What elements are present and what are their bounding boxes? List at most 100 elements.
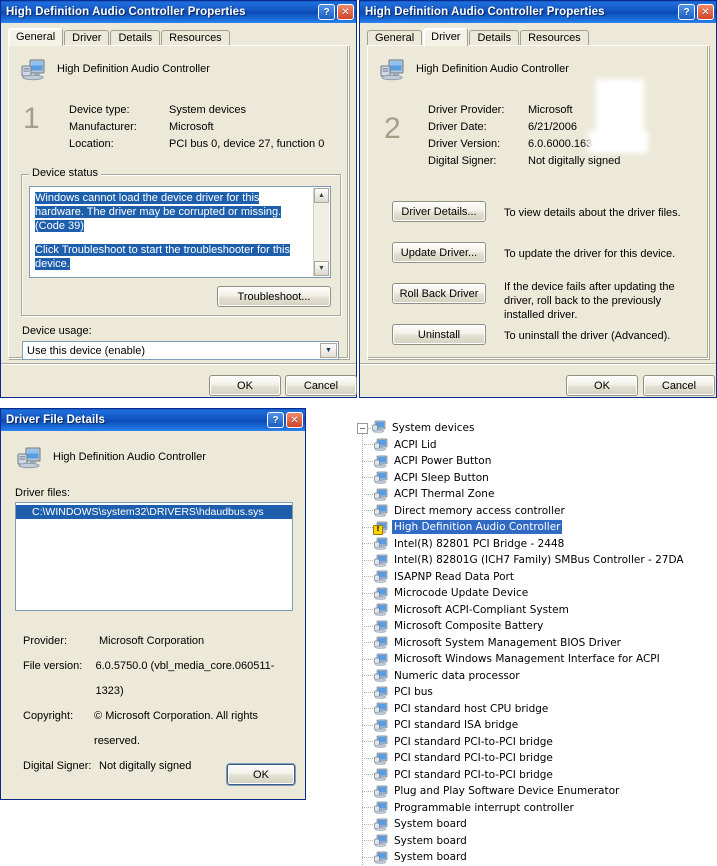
tree-item[interactable]: PCI standard PCI-to-PCI bridge — [352, 750, 717, 767]
tab-general[interactable]: General — [8, 28, 64, 46]
device-icon — [374, 686, 388, 699]
troubleshoot-button[interactable]: Troubleshoot... — [217, 286, 331, 307]
driver-file-details-dialog[interactable]: Driver File Details ? ✕ High Definition … — [0, 408, 306, 800]
device-header: High Definition Audio Controller — [21, 57, 210, 81]
cancel-button[interactable]: Cancel — [643, 375, 715, 396]
titlebar-general[interactable]: High Definition Audio Controller Propert… — [1, 1, 356, 23]
tree-item[interactable]: Microsoft System Management BIOS Driver — [352, 635, 717, 652]
tree-guide-line — [362, 658, 374, 660]
tree-item[interactable]: System board — [352, 833, 717, 850]
device-usage-select[interactable]: Use this device (enable) ▼ — [22, 341, 339, 360]
help-icon[interactable]: ? — [678, 4, 695, 20]
tree-item[interactable]: System board — [352, 849, 717, 866]
help-icon[interactable]: ? — [318, 4, 335, 20]
tree-item[interactable]: ACPI Thermal Zone — [352, 486, 717, 503]
tree-root-system-devices[interactable]: − System devices — [352, 420, 717, 437]
scroll-down-icon[interactable]: ▼ — [314, 261, 329, 276]
driver-files-listbox[interactable]: C:\WINDOWS\system32\DRIVERS\hdaudbus.sys — [15, 502, 293, 611]
tab-resources[interactable]: Resources — [161, 30, 230, 46]
tree-item[interactable]: PCI standard ISA bridge — [352, 717, 717, 734]
window-title: High Definition Audio Controller Propert… — [6, 6, 246, 18]
field-value: Not digitally signed — [99, 760, 192, 772]
driver-details-button[interactable]: Driver Details... — [392, 201, 486, 222]
chevron-down-icon[interactable]: ▼ — [320, 343, 337, 358]
tree-item-label: PCI bus — [394, 686, 433, 699]
device-status-box[interactable]: Windows cannot load the device driver fo… — [29, 186, 331, 278]
field-label: File version: — [23, 660, 83, 672]
tree-item-label: Programmable interrupt controller — [394, 801, 574, 814]
tree-item-label: ACPI Lid — [394, 438, 437, 451]
tree-item[interactable]: ACPI Power Button — [352, 453, 717, 470]
tab-driver[interactable]: Driver — [423, 28, 469, 46]
status-scrollbar[interactable]: ▲ ▼ — [313, 188, 329, 276]
tree-item[interactable]: ISAPNP Read Data Port — [352, 569, 717, 586]
tree-item[interactable]: Microsoft Composite Battery — [352, 618, 717, 635]
close-icon[interactable]: ✕ — [286, 412, 303, 428]
field-label: Provider: — [23, 635, 68, 647]
tree-item[interactable]: PCI standard host CPU bridge — [352, 701, 717, 718]
tree-item[interactable]: Intel(R) 82801 PCI Bridge - 2448 — [352, 536, 717, 553]
device-icon — [374, 702, 388, 715]
properties-dialog-general[interactable]: High Definition Audio Controller Propert… — [0, 0, 357, 398]
uninstall-button[interactable]: Uninstall — [392, 324, 486, 345]
tree-item-label: Plug and Play Software Device Enumerator — [394, 785, 620, 798]
tree-item[interactable]: Intel(R) 82801G (ICH7 Family) SMBus Cont… — [352, 552, 717, 569]
tree-item[interactable]: Programmable interrupt controller — [352, 800, 717, 817]
tree-item-label: System board — [394, 818, 467, 831]
help-icon[interactable]: ? — [267, 412, 284, 428]
tree-guide-line — [362, 724, 374, 726]
tree-item[interactable]: Direct memory access controller — [352, 503, 717, 520]
tree-item[interactable]: PCI standard PCI-to-PCI bridge — [352, 734, 717, 751]
device-icon — [374, 735, 388, 748]
properties-dialog-driver[interactable]: High Definition Audio Controller Propert… — [359, 0, 717, 398]
tabstrip-general[interactable]: General Driver Details Resources — [8, 28, 231, 46]
device-icon — [374, 801, 388, 814]
device-icon — [372, 420, 386, 436]
tree-item[interactable]: PCI standard PCI-to-PCI bridge — [352, 767, 717, 784]
tree-item[interactable]: Microsoft ACPI-Compliant System — [352, 602, 717, 619]
tree-item[interactable]: PCI bus — [352, 684, 717, 701]
field-label: Manufacturer: — [69, 121, 137, 133]
tree-item[interactable]: ACPI Sleep Button — [352, 470, 717, 487]
tab-details[interactable]: Details — [469, 30, 520, 46]
device-icon — [374, 785, 388, 798]
tree-item[interactable]: Plug and Play Software Device Enumerator — [352, 783, 717, 800]
titlebar-driver[interactable]: High Definition Audio Controller Propert… — [360, 1, 716, 23]
tab-general[interactable]: General — [367, 30, 423, 46]
tree-item[interactable]: Numeric data processor — [352, 668, 717, 685]
tree-item[interactable]: System board — [352, 816, 717, 833]
field-label: Copyright: — [23, 710, 74, 722]
close-icon[interactable]: ✕ — [697, 4, 714, 20]
tree-item[interactable]: Microsoft Windows Management Interface f… — [352, 651, 717, 668]
titlebar-file-details[interactable]: Driver File Details ? ✕ — [1, 409, 305, 431]
tree-item[interactable]: ACPI Lid — [352, 437, 717, 454]
cancel-button[interactable]: Cancel — [285, 375, 357, 396]
ok-button[interactable]: OK — [209, 375, 281, 396]
close-icon[interactable]: ✕ — [337, 4, 354, 20]
device-icon — [374, 719, 388, 732]
status-line-1: Windows cannot load the device driver fo… — [35, 192, 282, 232]
ok-button[interactable]: OK — [227, 764, 295, 785]
scroll-up-icon[interactable]: ▲ — [314, 188, 329, 203]
expand-collapse-icon[interactable]: − — [357, 422, 368, 434]
tab-driver[interactable]: Driver — [64, 30, 110, 46]
tab-details[interactable]: Details — [110, 30, 161, 46]
tabstrip-driver[interactable]: General Driver Details Resources — [367, 28, 590, 46]
device-icon — [374, 851, 388, 864]
tree-guide-line — [362, 444, 374, 446]
list-item[interactable]: C:\WINDOWS\system32\DRIVERS\hdaudbus.sys — [16, 505, 292, 519]
tree-item[interactable]: ! High Definition Audio Controller — [352, 519, 717, 536]
device-icon — [374, 636, 388, 649]
device-warning-icon: ! — [373, 521, 388, 535]
device-manager-tree[interactable]: − System devices ACPI Lid ACPI Power Butt… — [352, 420, 717, 866]
tree-guide-line — [362, 840, 374, 842]
tree-item[interactable]: Microcode Update Device — [352, 585, 717, 602]
tree-item-label: ACPI Thermal Zone — [394, 488, 495, 501]
device-icon — [374, 537, 388, 550]
tree-item-label: PCI standard ISA bridge — [394, 719, 519, 732]
roll-back-driver-button[interactable]: Roll Back Driver — [392, 283, 486, 304]
ok-button[interactable]: OK — [566, 375, 638, 396]
device-header: High Definition Audio Controller — [380, 57, 569, 81]
update-driver-button[interactable]: Update Driver... — [392, 242, 486, 263]
tab-resources[interactable]: Resources — [520, 30, 589, 46]
